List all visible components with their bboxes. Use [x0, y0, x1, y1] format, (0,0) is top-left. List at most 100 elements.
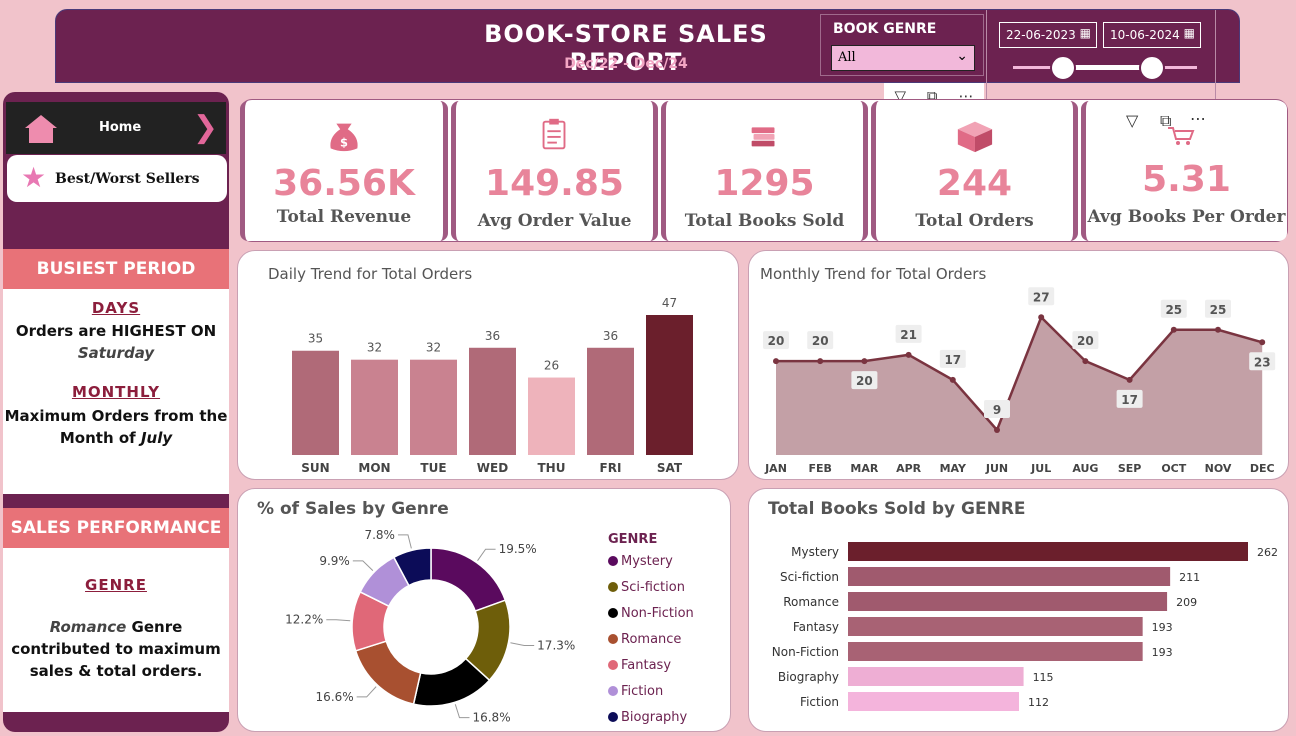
- data-label: 20: [812, 334, 829, 348]
- bar: [848, 542, 1248, 561]
- kpi-label: Total Books Sold: [684, 211, 845, 231]
- area-fill: [776, 317, 1263, 455]
- legend-item: Non-Fiction: [621, 606, 694, 621]
- legend-swatch: [608, 660, 618, 670]
- data-label: 25: [1165, 303, 1182, 317]
- kpi-label: Avg Books Per Order: [1087, 207, 1286, 227]
- legend-title: GENRE: [608, 532, 657, 547]
- kpi-card-avg-order-value[interactable]: 149.85 Avg Order Value: [451, 101, 658, 241]
- y-tick-label: Romance: [783, 595, 839, 609]
- bar: [848, 567, 1171, 586]
- calendar-icon[interactable]: ▦: [1184, 26, 1195, 40]
- cart-icon: [1168, 127, 1195, 145]
- kpi-label: Total Orders: [915, 211, 1034, 231]
- data-label: 36: [485, 329, 500, 343]
- pie-slice: [430, 547, 507, 612]
- calendar-icon[interactable]: ▦: [1080, 26, 1091, 40]
- genre-value: Romance: [49, 618, 127, 636]
- data-label: 209: [1176, 596, 1197, 609]
- genre-text-3: sales & total orders.: [29, 662, 203, 680]
- legend-item: Mystery: [621, 554, 673, 569]
- chevron-right-icon: ❯: [192, 110, 218, 145]
- data-point: [861, 358, 868, 365]
- data-label: 193: [1152, 646, 1173, 659]
- end-date-input[interactable]: 10-06-2024 ▦: [1103, 22, 1201, 48]
- bar: [351, 359, 398, 455]
- filter-icon[interactable]: ▽: [1126, 111, 1138, 130]
- y-tick-label: Fiction: [800, 695, 839, 709]
- clipboard-icon: [542, 118, 566, 150]
- date-slider-start-handle[interactable]: [1050, 55, 1076, 81]
- x-tick-label: WED: [477, 461, 508, 475]
- end-date-value: 10-06-2024: [1110, 28, 1180, 42]
- x-tick-label: MAY: [940, 462, 967, 475]
- data-point: [1082, 358, 1089, 365]
- daily-trend-chart: 35 SUN 32 MON 32 TUE 36 WED 26 THU 36 FRI 47 SAT: [292, 296, 693, 475]
- sales-performance-heading: SALES PERFORMANCE: [3, 508, 229, 548]
- bar: [528, 377, 575, 455]
- y-tick-label: Fantasy: [793, 620, 839, 634]
- x-tick-label: FRI: [600, 461, 622, 475]
- legend-item: Biography: [621, 710, 688, 725]
- legend-swatch: [608, 556, 618, 566]
- kpi-card-avg-books-per-order[interactable]: ▽ ⧉ ⋯ 5.31 Avg Books Per Order: [1081, 101, 1287, 241]
- leader-line: [326, 619, 351, 622]
- genre-text-1: Genre: [131, 618, 183, 636]
- bar: [292, 350, 339, 455]
- slice-label: 16.6%: [316, 690, 354, 704]
- days-link-row: DAYS: [3, 299, 229, 317]
- genre-dropdown[interactable]: All ⌄: [831, 45, 975, 71]
- box-icon: [957, 121, 993, 153]
- x-tick-label: TUE: [420, 461, 446, 475]
- data-label: 36: [603, 329, 618, 343]
- monthly-trend-chart: 20 JAN 20 FEB 20 MAR 21 APR 17 MAY 9 JUN 27 JUL 20 AUG 1…: [763, 287, 1276, 475]
- monthly-link[interactable]: MONTHLY: [72, 383, 160, 401]
- start-date-input[interactable]: 22-06-2023 ▦: [999, 22, 1097, 48]
- y-tick-label: Non-Fiction: [772, 645, 839, 659]
- genre-link[interactable]: GENRE: [85, 576, 147, 594]
- nav-home-button[interactable]: Home ❯: [6, 102, 226, 154]
- chevron-down-icon: ⌄: [956, 48, 968, 64]
- data-label: 47: [662, 296, 677, 310]
- data-label: 23: [1254, 355, 1271, 369]
- data-label: 211: [1179, 571, 1200, 584]
- y-tick-label: Sci-fiction: [780, 570, 839, 584]
- kpi-card-revenue[interactable]: $ 36.56K Total Revenue: [240, 101, 448, 241]
- genre-dropdown-value: All: [838, 50, 856, 65]
- bar: [848, 617, 1143, 636]
- legend-swatch: [608, 712, 618, 722]
- legend-swatch: [608, 634, 618, 644]
- data-label: 20: [768, 334, 785, 348]
- legend-item: Romance: [621, 632, 681, 647]
- data-label: 26: [544, 359, 559, 373]
- kpi-card-books-sold[interactable]: 1295 Total Books Sold: [661, 101, 868, 241]
- data-label: 193: [1152, 621, 1173, 634]
- leader-line: [510, 642, 535, 647]
- kpi-card-total-orders[interactable]: 244 Total Orders: [871, 101, 1078, 241]
- slice-label: 16.8%: [472, 711, 510, 725]
- x-tick-label: SEP: [1118, 462, 1142, 475]
- x-tick-label: NOV: [1205, 462, 1232, 475]
- slice-label: 7.8%: [364, 528, 395, 542]
- data-label: 115: [1033, 671, 1054, 684]
- sales-performance-panel: SALES PERFORMANCE GENRE Romance Genre co…: [3, 508, 229, 712]
- genre-filter-label: BOOK GENRE: [833, 21, 937, 37]
- slice-label: 12.2%: [285, 613, 323, 627]
- date-slider-end-handle[interactable]: [1139, 55, 1165, 81]
- data-point: [1038, 314, 1045, 321]
- x-tick-label: OCT: [1161, 462, 1186, 475]
- bar: [646, 315, 693, 455]
- kpi-label: Avg Order Value: [477, 211, 632, 231]
- data-label: 35: [308, 332, 323, 346]
- legend-swatch: [608, 608, 618, 618]
- data-label: 25: [1210, 303, 1227, 317]
- data-point: [994, 426, 1000, 433]
- data-label: 262: [1257, 546, 1278, 559]
- y-tick-label: Biography: [778, 670, 839, 684]
- days-value: Saturday: [77, 344, 155, 362]
- nav-best-worst-button[interactable]: ★ Best/Worst Sellers: [7, 155, 227, 202]
- days-link[interactable]: DAYS: [92, 299, 140, 317]
- pie-slice: [354, 640, 422, 705]
- data-point: [905, 351, 912, 358]
- leader-line: [356, 686, 377, 698]
